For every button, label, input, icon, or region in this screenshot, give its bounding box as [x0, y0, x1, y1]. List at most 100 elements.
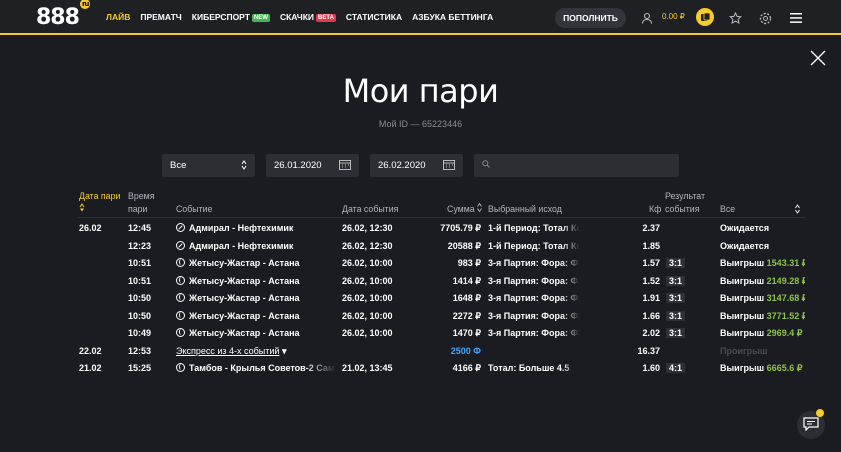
bet-date-value: 22.02: [79, 345, 102, 356]
cell-sum: 2500 Ф: [420, 346, 481, 356]
favorites-star-icon[interactable]: [726, 9, 744, 27]
event-name: Тамбов - Крылья Советов-2 Самара: [189, 363, 336, 373]
hockey-icon: [176, 223, 185, 232]
coef-value: 1.60: [642, 363, 660, 373]
cell-event[interactable]: Экспресс из 4-х событий ▾: [176, 346, 336, 357]
result-score: 3:1: [666, 293, 686, 303]
cell-coef: 2.02: [620, 328, 660, 338]
cell-coef: 2.37: [620, 223, 660, 233]
bet-type-select[interactable]: Все: [162, 154, 255, 177]
volleyball-icon: [176, 258, 185, 267]
outcome-value: 3-я Партия: Фора: Ф2: [488, 258, 580, 268]
search-input[interactable]: [474, 154, 679, 177]
win-amount: 3147.68 ₽: [766, 293, 805, 303]
nav-prematch[interactable]: ПРЕМАТЧ: [140, 12, 181, 22]
cell-result: 3:1: [666, 328, 706, 338]
nav-betting-abc[interactable]: АЗБУКА БЕТТИНГА: [412, 12, 493, 22]
notification-dot: [816, 409, 824, 417]
table-row[interactable]: 10:51 Жетысу-Жастар - Астана 26.02, 10:00 1…: [0, 272, 841, 289]
volleyball-icon: [176, 328, 185, 337]
status-filter-select[interactable]: Все: [720, 203, 802, 216]
header-outcome: Выбранный исход: [488, 204, 562, 214]
event-date-value: 26.02, 10:00: [342, 275, 393, 286]
cell-sum: 4166 ₽: [420, 363, 481, 374]
result-score: 3:1: [666, 328, 686, 338]
nav-races[interactable]: СКАЧКИ BETA: [280, 12, 336, 22]
nav-statistics[interactable]: СТАТИСТИКА: [346, 12, 402, 22]
cell-bet-time: 12:53: [128, 346, 173, 356]
expand-caret-icon[interactable]: ▾: [279, 346, 287, 356]
cell-outcome: 3-я Партия: Фора: Ф2: [488, 293, 580, 303]
table-row[interactable]: 10:49 Жетысу-Жастар - Астана 26.02, 10:00 1…: [0, 324, 841, 341]
date-to-field[interactable]: 26.02.2020: [370, 154, 463, 177]
cell-event-date: 26.02, 10:00: [342, 276, 422, 286]
table-row[interactable]: 12:23 Адмирал - Нефтехимик 26.02, 12:30 205…: [0, 237, 841, 254]
user-icon[interactable]: [638, 9, 656, 27]
cell-event-date: 26.02, 10:00: [342, 258, 422, 268]
logo[interactable]: 888ru: [36, 0, 91, 30]
deposit-button[interactable]: ПОПОЛНИТЬ: [555, 8, 626, 28]
table-row[interactable]: 26.02 12:45 Адмирал - Нефтехимик 26.02, 12:…: [0, 219, 841, 236]
coef-value: 16.37: [637, 345, 660, 356]
cell-event: Тамбов - Крылья Советов-2 Самара: [176, 363, 336, 373]
status-label: Выигрыш: [720, 275, 765, 286]
header-coef: Кф: [649, 204, 662, 214]
new-badge: NEW: [251, 14, 270, 22]
sum-value: 7705.79 ₽: [440, 223, 481, 233]
status-label: Проигрыш: [720, 345, 768, 356]
bet-time-value: 10:51: [128, 258, 152, 268]
cell-bet-date: 21.02: [79, 363, 124, 373]
result-score: 3:1: [666, 310, 686, 321]
cell-coef: 16.37: [620, 346, 660, 356]
table-row[interactable]: 21.02 15:25 Тамбов - Крылья Советов-2 Сама…: [0, 359, 841, 376]
event-name: Жетысу-Жастар - Астана: [189, 293, 300, 303]
bet-time-value: 10:50: [128, 293, 152, 303]
close-icon[interactable]: [810, 50, 826, 66]
date-from-field[interactable]: 26.01.2020: [266, 154, 359, 177]
settings-gear-icon[interactable]: [756, 9, 774, 27]
table-row[interactable]: 10:50 Жетысу-Жастар - Астана 26.02, 10:00 1…: [0, 289, 841, 306]
cell-result: 3:1: [666, 310, 706, 321]
hockey-icon: [176, 240, 185, 250]
balance: 0.00 ₽: [662, 12, 685, 21]
cell-bet-date: 26.02: [79, 223, 124, 233]
cell-outcome: 3-я Партия: Фора: Ф2: [488, 311, 580, 321]
result-score: 3:1: [666, 275, 686, 286]
bet-time-value: 12:53: [128, 345, 152, 356]
status-label: Выигрыш: [720, 363, 765, 373]
calendar-icon: [339, 159, 351, 173]
cell-status: Ожидается: [720, 241, 805, 251]
cell-bet-time: 12:23: [128, 241, 173, 251]
status-filter-value: Все: [720, 204, 736, 214]
volleyball-icon: [176, 275, 185, 285]
event-name: Жетысу-Жастар - Астана: [189, 275, 300, 286]
cell-outcome: 3-я Партия: Фора: Ф2: [488, 258, 580, 268]
table-row[interactable]: 10:50 Жетысу-Жастар - Астана 26.02, 10:00 2…: [0, 307, 841, 324]
event-date-value: 26.02, 10:00: [342, 293, 393, 303]
header-bet-date[interactable]: Дата пари: [79, 190, 127, 216]
nav-live[interactable]: ЛАЙВ: [106, 12, 130, 22]
cell-sum: 7705.79 ₽: [420, 223, 481, 234]
outcome-value: 3-я Партия: Фора: Ф2: [488, 310, 580, 321]
sum-value: 1414 ₽: [452, 275, 481, 286]
menu-icon[interactable]: [787, 9, 805, 27]
event-name: Жетысу-Жастар - Астана: [189, 258, 300, 268]
volleyball-icon: [176, 363, 185, 372]
cell-coef: 1.66: [620, 311, 660, 321]
header-sum[interactable]: Сумма: [447, 202, 482, 216]
cell-event-date: 26.02, 12:30: [342, 241, 422, 251]
status-label: Выигрыш: [720, 293, 765, 303]
table-row[interactable]: 10:51 Жетысу-Жастар - Астана 26.02, 10:00 9…: [0, 254, 841, 271]
coef-value: 2.37: [642, 223, 660, 233]
cell-event: Жетысу-Жастар - Астана: [176, 328, 336, 338]
nav-esports[interactable]: КИБЕРСПОРТ NEW: [192, 12, 270, 22]
cell-event-date: 21.02, 13:45: [342, 363, 422, 373]
event-name: Адмирал - Нефтехимик: [189, 240, 294, 251]
win-amount: 6665.6 ₽: [766, 363, 803, 373]
chat-button[interactable]: [797, 409, 825, 439]
table-row[interactable]: 22.02 12:53 Экспресс из 4-х событий ▾ 2500 …: [0, 342, 841, 359]
main-nav: ЛАЙВ ПРЕМАТЧ КИБЕРСПОРТ NEW СКАЧКИ BETA СТ…: [106, 12, 493, 22]
bonus-coins-icon[interactable]: [696, 8, 714, 26]
cell-coef: 1.52: [620, 276, 660, 286]
win-amount: 1543.31 ₽: [766, 258, 805, 268]
